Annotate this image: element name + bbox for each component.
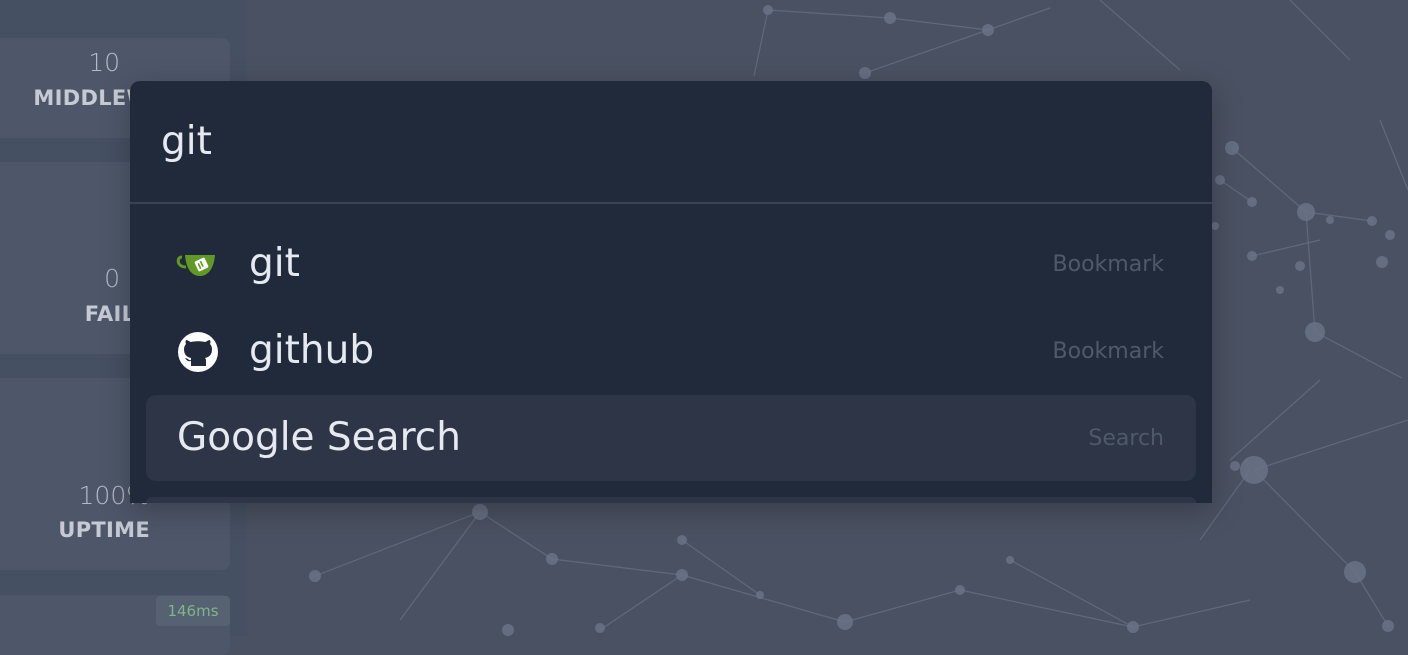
github-icon: [176, 330, 220, 374]
search-dialog: git Bookmark github Bookmark Google Sear…: [130, 81, 1212, 503]
result-item-git[interactable]: git Bookmark: [146, 221, 1196, 307]
latency-badge: 146ms: [156, 596, 230, 626]
search-input[interactable]: [130, 81, 1212, 202]
stat-value: 0: [104, 264, 120, 293]
stat-label: UPTIME: [58, 518, 150, 542]
next-result-edge: [146, 497, 1196, 503]
divider: [130, 202, 1212, 204]
result-title: Google Search: [177, 415, 461, 460]
stat-value: 10: [88, 48, 120, 77]
result-type-label: Search: [1088, 426, 1164, 451]
result-type-label: Bookmark: [1052, 339, 1164, 364]
gitea-teacup-icon: [176, 243, 220, 287]
result-title: github: [249, 328, 375, 373]
result-item-google-search[interactable]: Google Search Search: [146, 395, 1196, 481]
result-type-label: Bookmark: [1052, 252, 1164, 277]
result-item-github[interactable]: github Bookmark: [146, 308, 1196, 394]
result-title: git: [249, 241, 300, 286]
